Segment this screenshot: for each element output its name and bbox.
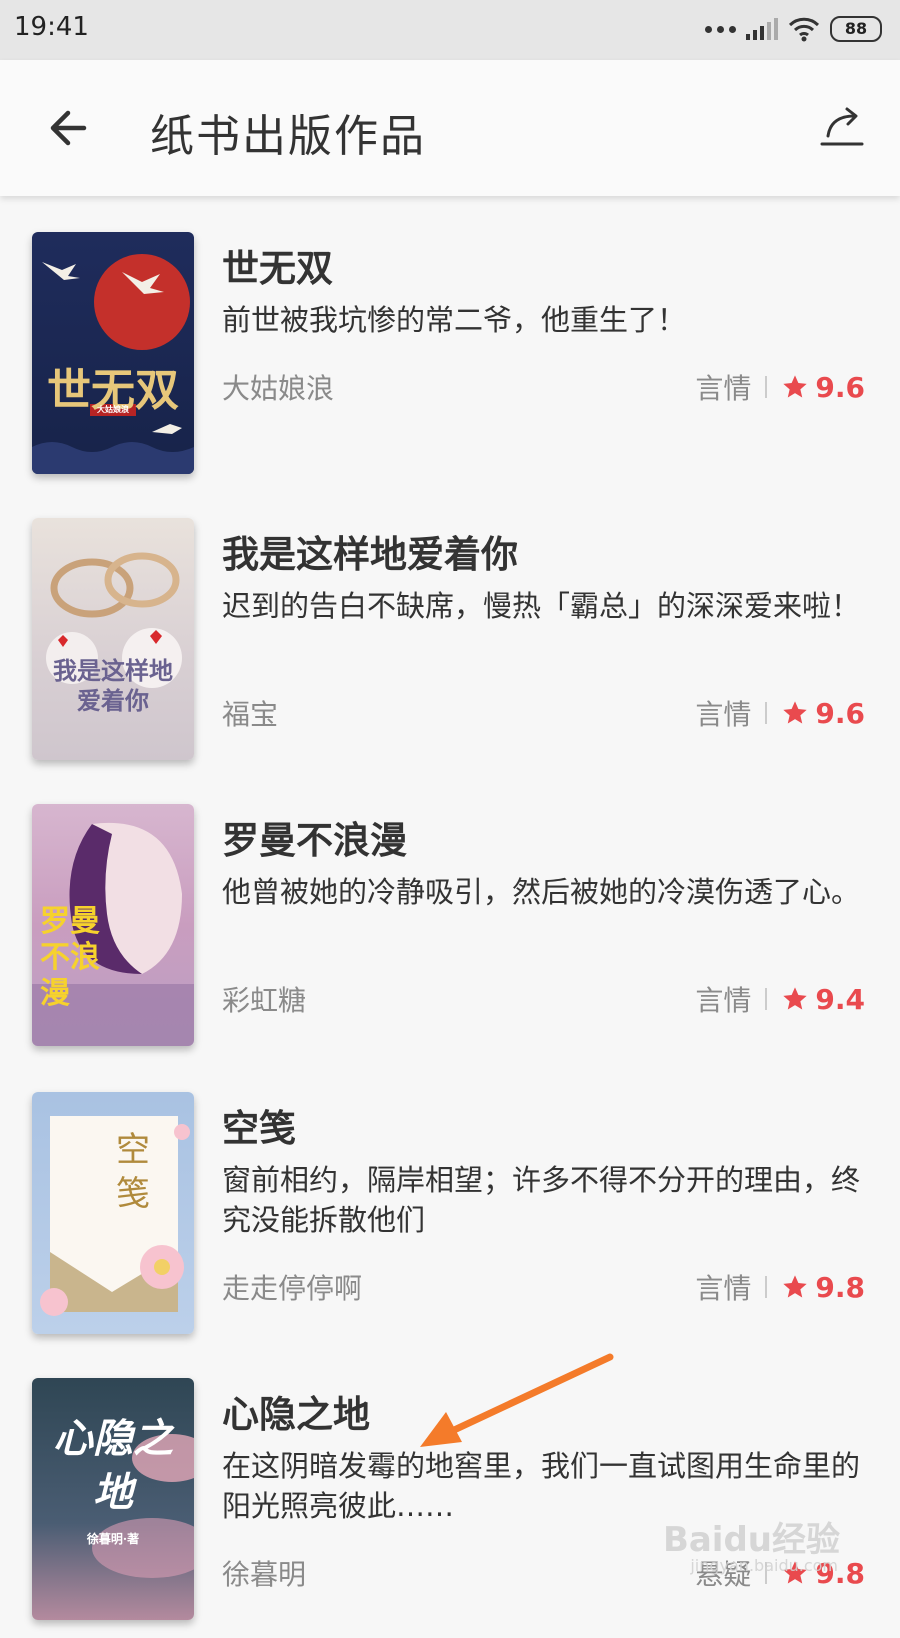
divider [765,376,768,398]
watermark-url: jingyan.baidu.com [690,1556,838,1575]
book-rating: 9.6 [815,696,865,730]
wifi-icon [788,17,820,42]
cover-title: 空笺 [116,1130,150,1214]
book-author[interactable]: 福宝 [222,693,278,733]
list-item[interactable]: 我是这样地爱着你 我是这样地爱着你 迟到的告白不缺席，慢热「霸总」的深深爱来啦！… [0,518,900,778]
divider [765,1276,768,1298]
status-icons: 88 [705,14,882,44]
book-info: 空笺 窗前相约，隔岸相望；许多不得不分开的理由，终究没能拆散他们 走走停停啊 言… [222,1092,865,1334]
book-meta: 言情 9.6 [695,367,865,407]
cover-art [32,254,194,474]
cover-author: 大姑娘浪 [97,404,129,414]
book-cover[interactable]: 罗曼不浪漫 [32,804,194,1046]
book-meta: 言情 9.6 [695,693,865,733]
book-info: 世无双 前世被我坑惨的常二爷，他重生了！ 大姑娘浪 言情 9.6 [222,232,865,474]
list-item[interactable]: 世无双 大姑娘浪 世无双 前世被我坑惨的常二爷，他重生了！ 大姑娘浪 言情 9.… [0,232,900,492]
book-title[interactable]: 罗曼不浪漫 [222,810,407,864]
divider [765,988,768,1010]
book-genre: 言情 [695,984,752,1017]
list-item[interactable]: 空笺 空笺 窗前相约，隔岸相望；许多不得不分开的理由，终究没能拆散他们 走走停停… [0,1092,900,1352]
list-item[interactable]: 罗曼不浪漫 罗曼不浪漫 他曾被她的冷静吸引，然后被她的冷漠伤透了心。 彩虹糖 言… [0,804,900,1064]
book-rating: 9.4 [815,982,865,1016]
watermark-logo: Baidu经验 [662,1520,840,1560]
book-info: 心隐之地 在这阴暗发霉的地窖里，我们一直试图用生命里的阳光照亮彼此…… 徐暮明 … [222,1378,865,1620]
book-author[interactable]: 彩虹糖 [222,979,306,1019]
cover-author: 徐暮明·著 [86,1532,140,1546]
book-cover[interactable]: 空笺 [32,1092,194,1334]
divider [765,702,768,724]
book-title[interactable]: 空笺 [222,1098,296,1152]
book-genre: 言情 [695,372,752,405]
book-genre: 言情 [695,1272,752,1305]
cover-title: 我是这样地爱着你 [53,656,173,715]
book-description: 迟到的告白不缺席，慢热「霸总」的深深爱来啦！ [222,589,861,623]
book-title[interactable]: 心隐之地 [222,1384,370,1438]
signal-icon [746,18,778,40]
book-genre: 言情 [695,698,752,731]
status-time: 19:41 [14,12,89,42]
book-title[interactable]: 世无双 [222,238,333,292]
book-author[interactable]: 徐暮明 [222,1553,306,1593]
star-icon [783,375,808,398]
book-description: 前世被我坑惨的常二爷，他重生了！ [222,303,687,337]
cover-title: 心隐之地 [53,1415,173,1516]
book-description: 他曾被她的冷静吸引，然后被她的冷漠伤透了心。 [222,875,861,909]
book-rating: 9.6 [815,370,865,404]
cover-title: 罗曼不浪漫 [40,904,100,1011]
share-icon[interactable] [814,98,870,154]
book-meta: 言情 9.4 [695,979,865,1019]
star-icon [783,1275,808,1298]
book-info: 罗曼不浪漫 他曾被她的冷静吸引，然后被她的冷漠伤透了心。 彩虹糖 言情 9.4 [222,804,865,1046]
book-cover[interactable]: 心隐之地 徐暮明·著 [32,1378,194,1620]
book-info: 我是这样地爱着你 迟到的告白不缺席，慢热「霸总」的深深爱来啦！ 福宝 言情 9.… [222,518,865,760]
app-header: 纸书出版作品 [0,60,900,196]
book-cover[interactable]: 世无双 大姑娘浪 [32,232,194,474]
book-rating: 9.8 [815,1270,865,1304]
status-bar: 19:41 88 [0,0,900,60]
star-icon [783,987,808,1010]
cover-art [46,552,182,688]
battery-indicator: 88 [830,16,882,42]
book-cover[interactable]: 我是这样地爱着你 [32,518,194,760]
page-title: 纸书出版作品 [150,111,426,162]
book-meta: 言情 9.8 [695,1267,865,1307]
back-arrow-icon[interactable] [44,100,100,156]
book-title[interactable]: 我是这样地爱着你 [222,524,518,578]
book-author[interactable]: 走走停停啊 [222,1267,362,1307]
more-notifications-icon [705,25,736,33]
book-author[interactable]: 大姑娘浪 [222,367,334,407]
book-description: 窗前相约，隔岸相望；许多不得不分开的理由，终究没能拆散他们 [222,1163,861,1237]
list-item[interactable]: 心隐之地 徐暮明·著 心隐之地 在这阴暗发霉的地窖里，我们一直试图用生命里的阳光… [0,1378,900,1638]
star-icon [783,701,808,724]
